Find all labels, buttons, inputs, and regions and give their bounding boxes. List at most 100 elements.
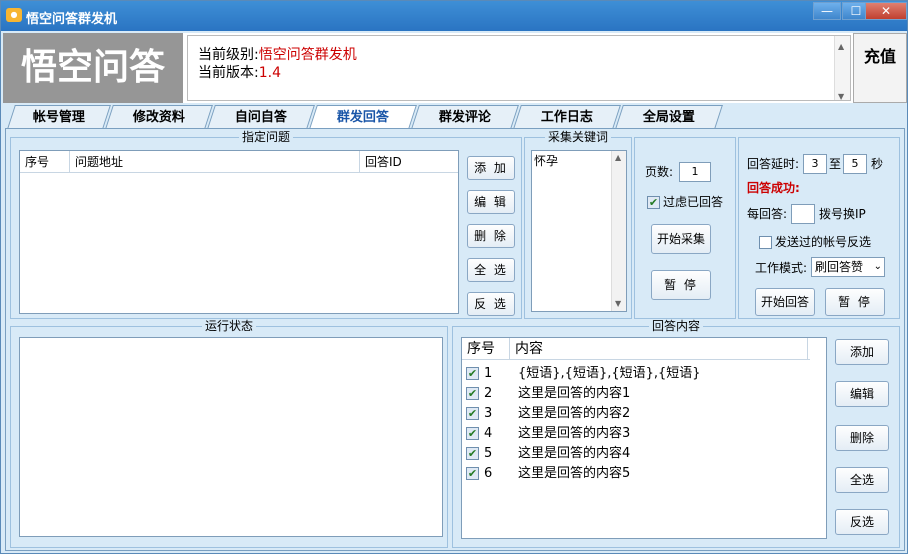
keyword-group-title: 采集关键词	[544, 130, 611, 144]
answer-delete-button[interactable]: 删除	[835, 425, 889, 451]
pages-input[interactable]: 1	[679, 162, 711, 182]
close-button[interactable]: ✕	[865, 2, 907, 20]
pages-label: 页数:	[645, 165, 674, 179]
info-box: 当前级别:悟空问答群发机 当前版本:1.4 ▲ ▼	[187, 35, 851, 101]
tab-self-qa[interactable]: 自问自答	[207, 105, 315, 129]
version-value: 1.4	[258, 65, 281, 81]
col-answer-index[interactable]: 序号	[462, 338, 510, 360]
status-group: 运行状态	[10, 319, 448, 548]
delay-label: 回答延时:	[747, 157, 800, 171]
answer-row-text: 这里是回答的内容1	[518, 386, 631, 401]
answer-add-button[interactable]: 添加	[835, 339, 889, 365]
logo-text: 悟空问答	[3, 33, 183, 103]
answer-row-checkbox[interactable]: ✔	[466, 387, 479, 400]
answer-row-text: 这里是回答的内容5	[518, 466, 631, 481]
col-answer-content[interactable]: 内容	[510, 338, 808, 360]
delay-to-input[interactable]: 5	[843, 154, 867, 174]
delay-from-input[interactable]: 3	[803, 154, 827, 174]
version-label: 当前版本:	[198, 65, 259, 81]
answer-row-checkbox[interactable]: ✔	[466, 367, 479, 380]
filter-answered-checkbox[interactable]: ✔	[647, 196, 660, 209]
level-value: 悟空问答群发机	[258, 47, 357, 63]
answer-row-index: 1	[484, 366, 493, 381]
question-group: 指定问题 序号 问题地址 回答ID 添 加 编 辑 删 除 全 选 反 选	[10, 130, 522, 319]
answer-edit-button[interactable]: 编辑	[835, 381, 889, 407]
recharge-button[interactable]: 充值	[853, 33, 907, 103]
question-group-title: 指定问题	[238, 130, 293, 144]
start-collect-button[interactable]: 开始采集	[651, 224, 711, 254]
col-question-url[interactable]: 问题地址	[70, 151, 360, 173]
keyword-scrollbar[interactable]: ▲ ▼	[611, 151, 626, 311]
scroll-down-icon[interactable]: ▼	[838, 88, 844, 106]
header-panel: 悟空问答 当前级别:悟空问答群发机 当前版本:1.4 ▲ ▼ 充值	[3, 33, 907, 103]
app-logo-icon: ●	[6, 8, 22, 22]
tab-account[interactable]: 帐号管理	[7, 105, 111, 129]
answer-row-text: 这里是回答的内容4	[518, 446, 631, 461]
main-window: ● 悟空问答群发机 — ☐ ✕ 悟空问答 当前级别:悟空问答群发机 当前版本:1…	[0, 0, 908, 554]
answer-settings-group: 回答延时: 3 至 5 秒 回答成功: 每回答: 拨号换IP 发送过的帐号反选 …	[738, 137, 900, 319]
keyword-text: 怀孕	[534, 154, 559, 168]
answers-group: 回答内容 序号 内容 ✔ 1 {短语},{短语},{短语},{短语} ✔ 2 这里是回答的…	[452, 319, 900, 548]
answer-row-index: 5	[484, 446, 493, 461]
answer-row-text: {短语},{短语},{短语},{短语}	[518, 366, 701, 381]
level-label: 当前级别:	[198, 47, 259, 63]
scroll-up-icon[interactable]: ▲	[615, 153, 621, 162]
answer-row-checkbox[interactable]: ✔	[466, 407, 479, 420]
minimize-button[interactable]: —	[813, 2, 841, 20]
col-answer-id[interactable]: 回答ID	[360, 151, 450, 173]
question-list-header: 序号 问题地址 回答ID	[20, 151, 458, 173]
window-title: 悟空问答群发机	[26, 12, 118, 27]
status-log[interactable]	[19, 337, 443, 537]
answer-row-checkbox[interactable]: ✔	[466, 467, 479, 480]
pause-answer-button[interactable]: 暂 停	[825, 288, 885, 316]
info-scrollbar[interactable]: ▲ ▼	[834, 36, 850, 101]
reverse-sent-checkbox[interactable]	[759, 236, 772, 249]
scroll-up-icon[interactable]: ▲	[838, 38, 844, 56]
work-mode-select[interactable]: 刷回答赞 ⌄	[811, 257, 885, 277]
scroll-down-icon[interactable]: ▼	[615, 299, 621, 308]
question-edit-button[interactable]: 编 辑	[467, 190, 515, 214]
tab-global-settings[interactable]: 全局设置	[615, 105, 723, 129]
tab-work-log[interactable]: 工作日志	[513, 105, 621, 129]
tab-mass-comment[interactable]: 群发评论	[411, 105, 519, 129]
answer-row-index: 6	[484, 466, 493, 481]
per-answer-label: 每回答:	[747, 207, 788, 221]
col-index[interactable]: 序号	[20, 151, 70, 173]
status-group-title: 运行状态	[201, 319, 256, 333]
answer-row-text: 这里是回答的内容2	[518, 406, 631, 421]
change-ip-label: 拨号换IP	[819, 207, 866, 221]
question-list[interactable]: 序号 问题地址 回答ID	[19, 150, 459, 314]
answer-success-label: 回答成功:	[747, 181, 800, 195]
delay-to-label: 至	[829, 157, 842, 171]
tab-profile[interactable]: 修改资料	[105, 105, 213, 129]
answer-select-all-button[interactable]: 全选	[835, 467, 889, 493]
answer-invert-button[interactable]: 反选	[835, 509, 889, 535]
reverse-sent-label: 发送过的帐号反选	[775, 235, 872, 249]
question-delete-button[interactable]: 删 除	[467, 224, 515, 248]
answers-list[interactable]: 序号 内容 ✔ 1 {短语},{短语},{短语},{短语} ✔ 2 这里是回答的内容1 ✔ 3…	[461, 337, 827, 539]
start-answer-button[interactable]: 开始回答	[755, 288, 815, 316]
pause-collect-button[interactable]: 暂 停	[651, 270, 711, 300]
tab-mass-answer[interactable]: 群发回答	[309, 105, 417, 129]
answer-row-text: 这里是回答的内容3	[518, 426, 631, 441]
work-mode-value: 刷回答赞	[815, 260, 864, 274]
keyword-textarea[interactable]: 怀孕 ▲ ▼	[531, 150, 627, 312]
answers-list-header: 序号 内容	[462, 338, 810, 360]
keyword-group: 采集关键词 怀孕 ▲ ▼	[524, 130, 632, 319]
question-add-button[interactable]: 添 加	[467, 156, 515, 180]
answer-row-index: 3	[484, 406, 493, 421]
chevron-down-icon[interactable]: ⌄	[874, 258, 882, 276]
answer-row-checkbox[interactable]: ✔	[466, 427, 479, 440]
question-select-all-button[interactable]: 全 选	[467, 258, 515, 282]
answer-row-index: 4	[484, 426, 493, 441]
per-answer-input[interactable]	[791, 204, 815, 224]
answer-row-checkbox[interactable]: ✔	[466, 447, 479, 460]
question-invert-button[interactable]: 反 选	[467, 292, 515, 316]
tab-content: 指定问题 序号 问题地址 回答ID 添 加 编 辑 删 除 全 选 反 选 采集…	[5, 128, 905, 551]
collect-group: 页数: 1 ✔ 过虑已回答 开始采集 暂 停	[634, 137, 736, 319]
answer-row-index: 2	[484, 386, 493, 401]
answers-group-title: 回答内容	[648, 319, 703, 333]
title-bar[interactable]: ● 悟空问答群发机 — ☐ ✕	[1, 1, 907, 31]
work-mode-label: 工作模式:	[755, 261, 808, 275]
seconds-label: 秒	[871, 157, 884, 171]
